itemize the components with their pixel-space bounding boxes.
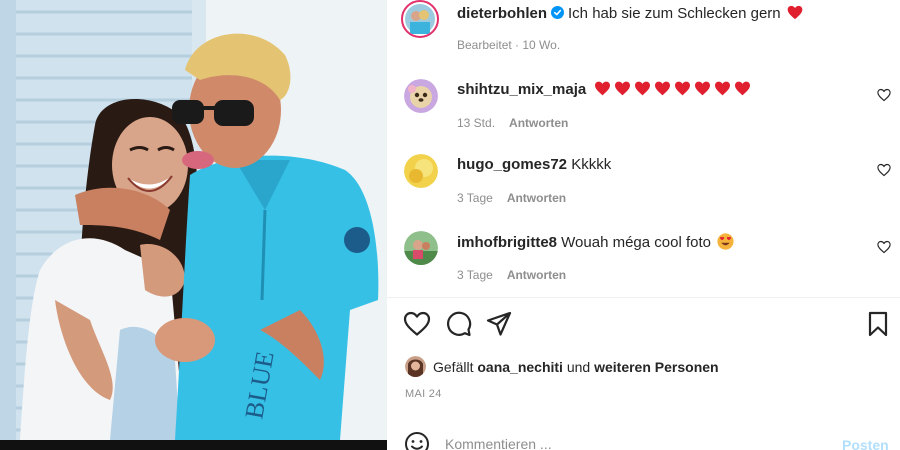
reply-button[interactable]: Antworten <box>509 116 568 130</box>
post-date[interactable]: MAI 24 <box>405 388 442 400</box>
post-photo[interactable]: BLUE <box>0 0 387 450</box>
section-divider <box>387 297 900 298</box>
author-avatar[interactable] <box>401 0 439 38</box>
post-caption: dieterbohlen Ich hab sie zum Schlecken g… <box>387 0 900 70</box>
red-heart-emoji-icon <box>635 81 651 96</box>
comment-meta: 13 Std. Antworten <box>457 116 568 130</box>
liker-avatar[interactable] <box>405 356 426 377</box>
post-action-bar <box>387 310 900 340</box>
comment-like-icon[interactable] <box>877 88 891 102</box>
caption-body: Ich hab sie zum Schlecken gern <box>568 5 781 22</box>
likes-others-link[interactable]: weiteren Personen <box>594 359 719 375</box>
verified-badge-icon <box>551 6 565 19</box>
comment-meta: 3 Tage Antworten <box>457 268 566 282</box>
heart-eyes-emoji-icon <box>717 233 734 250</box>
comment-like-icon[interactable] <box>877 240 891 254</box>
comment-time: 3 Tage <box>457 268 493 282</box>
comment-text-line: shihtzu_mix_maja <box>457 81 754 100</box>
edited-label: Bearbeitet <box>457 38 512 52</box>
red-heart-emoji-icon <box>595 81 611 96</box>
commenter-username[interactable]: shihtzu_mix_maja <box>457 81 586 98</box>
comment-input[interactable] <box>445 434 825 450</box>
red-heart-emoji-icon <box>675 81 691 96</box>
red-heart-emoji-icon <box>715 81 731 96</box>
red-heart-emoji-icon <box>655 81 671 96</box>
comment-meta: 3 Tage Antworten <box>457 191 566 205</box>
likes-text: Gefällt oana_nechiti und weiteren Person… <box>433 359 719 375</box>
comment-text-line: imhofbrigitte8 Wouah méga cool foto <box>457 233 734 251</box>
comment-bubble-icon[interactable] <box>444 310 472 338</box>
comment-input-bar: Posten <box>387 426 900 450</box>
comment-time: 3 Tage <box>457 191 493 205</box>
commenter-avatar[interactable] <box>404 231 438 265</box>
post-image: BLUE <box>0 0 387 450</box>
post-age: 10 Wo. <box>522 38 561 52</box>
comment-body: Wouah méga cool foto <box>561 234 711 251</box>
red-heart-emoji-icon <box>735 81 751 96</box>
heart-emojis <box>594 81 754 100</box>
comment-time: 13 Std. <box>457 116 496 130</box>
heart-outline-icon[interactable] <box>403 310 431 338</box>
bookmark-icon[interactable] <box>864 310 892 338</box>
comment-body: Kkkkk <box>571 156 612 173</box>
caption-meta: Bearbeitet · 10 Wo. <box>457 38 560 52</box>
post-details-pane: dieterbohlen Ich hab sie zum Schlecken g… <box>387 0 900 450</box>
reply-button[interactable]: Antworten <box>507 191 566 205</box>
paper-plane-icon[interactable] <box>485 310 513 338</box>
liker-username[interactable]: oana_nechiti <box>477 359 563 375</box>
caption-text-line: dieterbohlen Ich hab sie zum Schlecken g… <box>457 5 803 22</box>
reply-button[interactable]: Antworten <box>507 268 566 282</box>
post-comment-button[interactable]: Posten <box>842 437 889 450</box>
comment-item: hugo_gomes72 Kkkkk 3 Tage Antworten <box>387 154 900 230</box>
commenter-username[interactable]: hugo_gomes72 <box>457 156 567 173</box>
comment-text-line: hugo_gomes72 Kkkkk <box>457 156 611 173</box>
red-heart-emoji-icon <box>695 81 711 96</box>
red-heart-emoji-icon <box>787 5 803 20</box>
comment-item: shihtzu_mix_maja 13 Std. Antworten <box>387 79 900 155</box>
commenter-avatar[interactable] <box>404 79 438 113</box>
comment-item: imhofbrigitte8 Wouah méga cool foto 3 Ta… <box>387 231 900 307</box>
likes-prefix: Gefällt <box>433 359 474 375</box>
commenter-username[interactable]: imhofbrigitte8 <box>457 234 557 251</box>
comment-like-icon[interactable] <box>877 163 891 177</box>
commenter-avatar[interactable] <box>404 154 438 188</box>
red-heart-emoji-icon <box>615 81 631 96</box>
meta-separator: · <box>511 38 523 52</box>
photo-bottom-bar <box>0 440 387 450</box>
likes-joiner: und <box>566 359 591 375</box>
smiley-icon[interactable] <box>404 431 430 450</box>
author-username[interactable]: dieterbohlen <box>457 5 547 22</box>
